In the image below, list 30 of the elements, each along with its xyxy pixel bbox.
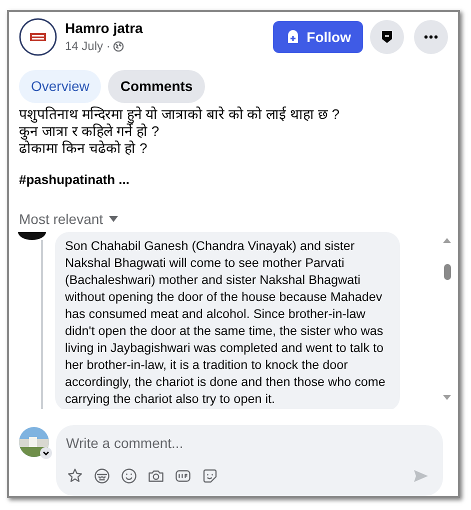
chevron-icon[interactable] <box>40 447 52 459</box>
tab[interactable]: Overview <box>19 70 102 103</box>
shield-icon <box>380 30 394 44</box>
gif-icon[interactable] <box>174 467 192 485</box>
more-button[interactable] <box>414 20 448 54</box>
caret-icon[interactable] <box>109 216 118 222</box>
tab[interactable]: Comments <box>108 70 205 103</box>
post-date[interactable]: 14 July · <box>65 37 110 55</box>
comment-field[interactable]: Write a comment... <box>66 433 433 453</box>
post-text-line: पशुपतिनाथ मन्दिरमा हुने यो जात्राको बारे को को लाई थाहा छ ? <box>19 106 341 123</box>
comment-box[interactable]: Write a comment... <box>56 425 443 496</box>
page-avatar[interactable] <box>19 18 57 56</box>
more-icon <box>424 35 438 39</box>
comment-text: Son Chahabil Ganesh (Chandra Vinayak) and sister Nakshal Bhagwati will come to see mother Parvati (Bachaleshwari) mother and sister Nakshal Bhagwati without opening the door of the house because Mahadev has consumed meat and alcohol. Since brother-in-law didn't open the door at the same time, the sister who was living in Jaybagishwari was completed and went to talk to her brother-in-law, it is a tradition to knock the door accordingly, the chariot is done and then those who come carrying the chariot also try to open it. <box>65 238 386 408</box>
post-text-line: कुन जात्रा र कहिले गर्ने हो ? <box>19 123 160 140</box>
emoji-icon[interactable] <box>120 467 138 485</box>
sticker-icon[interactable] <box>201 467 219 485</box>
globe-icon <box>113 40 124 52</box>
post-text-line: ढोकामा किन चढेको हो ? <box>19 140 148 157</box>
user-avatar[interactable] <box>19 427 49 457</box>
page-name[interactable]: Hamro jatra <box>65 19 143 37</box>
hashtag[interactable]: #pashupatinath ... <box>19 170 130 190</box>
scroll-thumb[interactable] <box>444 264 450 280</box>
follow-button[interactable]: Follow <box>272 21 363 53</box>
scroll-down-icon[interactable] <box>443 395 451 400</box>
sparkle-icon[interactable] <box>66 467 84 485</box>
shield-button[interactable] <box>370 20 404 54</box>
sort-label[interactable]: Most relevant <box>19 208 104 230</box>
commenter-avatar[interactable] <box>18 232 46 240</box>
scroll-up-icon[interactable] <box>443 238 451 242</box>
